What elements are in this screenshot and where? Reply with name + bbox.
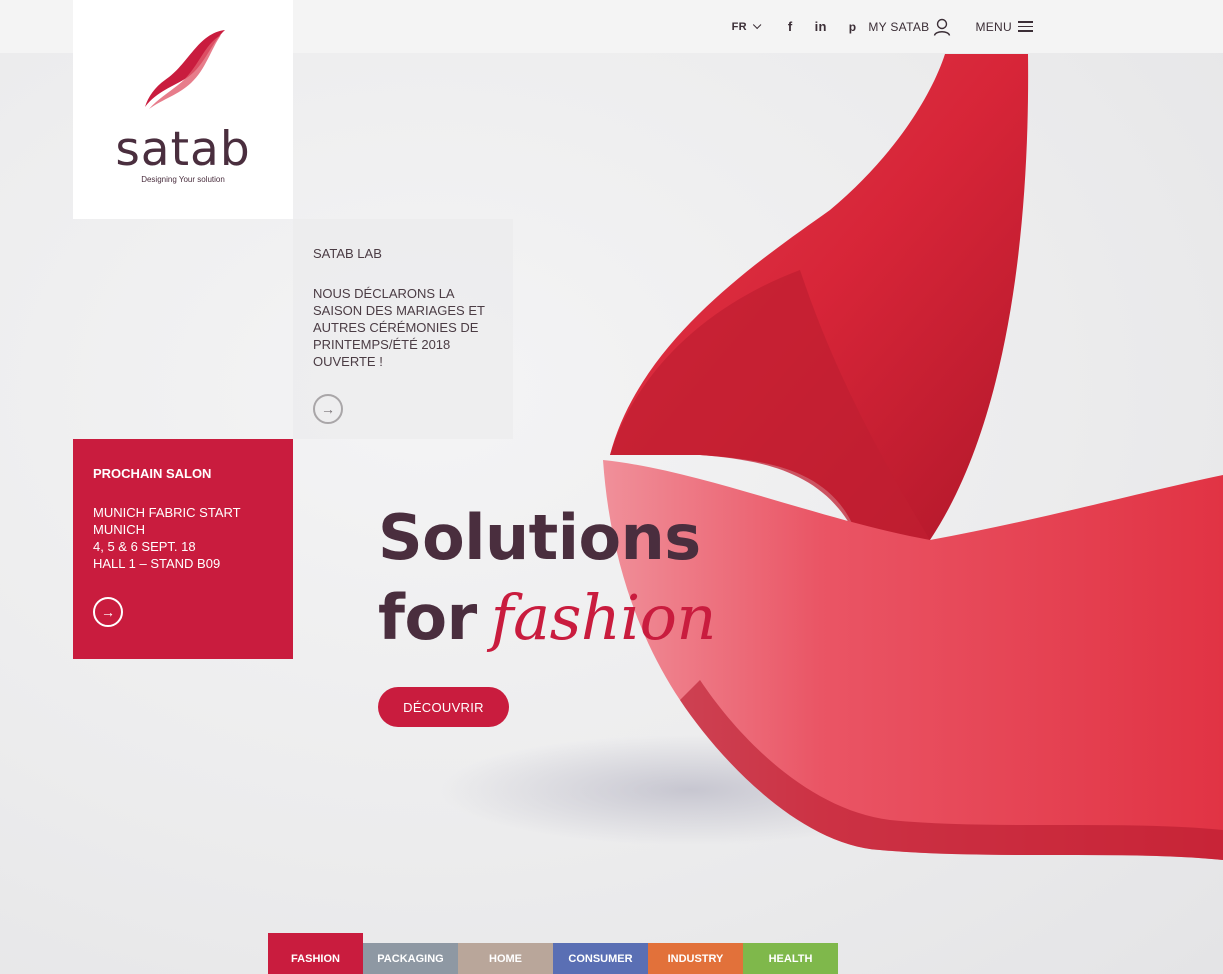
tab-consumer[interactable]: CONSUMER [553,943,648,974]
salon-line: MUNICH [93,522,145,537]
language-label: FR [731,20,747,33]
tab-health[interactable]: HEALTH [743,943,838,974]
hero-line-2: for fashion [378,578,716,658]
discover-button[interactable]: DÉCOUVRIR [378,687,509,727]
chevron-down-icon [752,20,762,29]
next-salon-panel: PROCHAIN SALON MUNICH FABRIC START MUNIC… [73,439,293,659]
tab-industry[interactable]: INDUSTRY [648,943,743,974]
linkedin-icon: in [814,19,827,34]
salon-read-more-button[interactable]: → [93,597,123,627]
logo-link[interactable]: satab Designing Your solution [73,0,293,219]
arrow-right-icon: → [321,401,335,417]
salon-line: HALL 1 – STAND B09 [93,556,221,571]
category-tabs: FASHION PACKAGING HOME CONSUMER INDUSTRY… [268,933,838,974]
hero-line-2-word: for [378,581,477,654]
top-navigation: FR f in p MY SATAB MENU [732,0,1033,53]
tab-fashion[interactable]: FASHION [268,933,363,974]
pinterest-icon: p [848,19,857,34]
satab-lab-panel: SATAB LAB NOUS DÉCLARONS LA SAISON DES M… [293,219,513,439]
pinterest-link[interactable]: p [849,20,857,34]
menu-label: MENU [975,19,1012,34]
tab-packaging[interactable]: PACKAGING [363,943,458,974]
satab-swoosh-logo [145,30,225,109]
logo-wordmark: satab [115,122,251,177]
hero-line-1: Solutions [378,501,701,574]
linkedin-link[interactable]: in [815,19,827,34]
hero-headline: Solutions for fashion [378,498,716,658]
salon-line: MUNICH FABRIC START [93,505,241,520]
tab-home[interactable]: HOME [458,943,553,974]
menu-button[interactable]: MENU [975,18,1033,35]
lab-title: SATAB LAB [313,246,382,261]
user-icon [934,18,951,36]
arrow-right-icon: → [101,604,115,620]
hero-script-word: fashion [490,581,717,654]
salon-title: PROCHAIN SALON [93,466,212,481]
salon-line: 4, 5 & 6 SEPT. 18 [93,539,196,554]
hamburger-icon [1018,18,1033,35]
lab-text: NOUS DÉCLARONS LA SAISON DES MARIAGES ET… [313,286,485,369]
facebook-link[interactable]: f [788,19,793,34]
my-satab-label: MY SATAB [868,19,930,34]
my-satab-link[interactable]: MY SATAB [868,18,951,36]
facebook-icon: f [787,19,793,34]
language-selector[interactable]: FR [731,20,762,33]
lab-read-more-button[interactable]: → [313,394,343,424]
logo-tagline: Designing Your solution [141,175,225,184]
